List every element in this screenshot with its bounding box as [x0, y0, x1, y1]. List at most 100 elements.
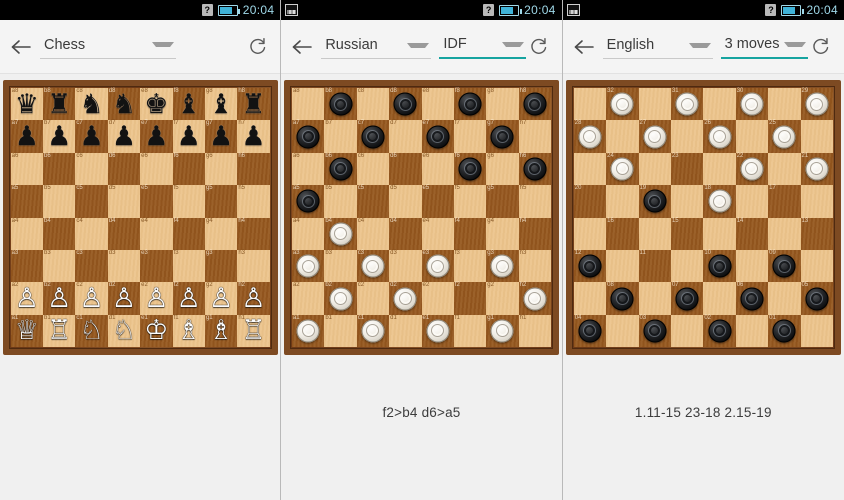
- white-bishop[interactable]: ♗: [205, 315, 237, 347]
- dropdown-game-select[interactable]: Chess: [40, 35, 176, 59]
- black-checker[interactable]: [296, 189, 320, 213]
- board-square[interactable]: d8: [389, 88, 422, 121]
- board-square[interactable]: b2 ♙: [43, 282, 76, 315]
- board-square[interactable]: f6: [453, 152, 487, 186]
- board-square[interactable]: a6: [10, 152, 43, 186]
- board-square[interactable]: h2: [518, 282, 552, 315]
- refresh-icon[interactable]: [808, 34, 834, 60]
- black-checker[interactable]: [578, 254, 602, 278]
- white-checker[interactable]: [490, 319, 514, 343]
- board-square[interactable]: d6: [107, 152, 141, 186]
- board-square[interactable]: 32: [606, 88, 639, 121]
- black-queen[interactable]: ♛: [11, 88, 43, 120]
- board-square[interactable]: e8 ♚: [140, 88, 173, 121]
- board-square[interactable]: h8: [518, 88, 552, 121]
- board-square[interactable]: c7 ♟: [75, 120, 108, 153]
- board-square[interactable]: 27: [638, 120, 671, 153]
- black-king[interactable]: ♚: [140, 88, 172, 120]
- black-checker[interactable]: [805, 287, 829, 311]
- board-square[interactable]: b4: [43, 217, 76, 250]
- back-arrow-icon[interactable]: [8, 34, 34, 60]
- board-square[interactable]: 25: [768, 120, 801, 153]
- board-square[interactable]: e6: [140, 152, 173, 186]
- board-square[interactable]: a1: [291, 314, 325, 348]
- board-square[interactable]: f4: [453, 217, 487, 250]
- white-checker[interactable]: [610, 92, 634, 116]
- board-square[interactable]: [670, 249, 704, 283]
- board-square[interactable]: 05: [800, 282, 833, 315]
- board-square[interactable]: b5: [324, 185, 357, 218]
- black-bishop[interactable]: ♝: [205, 88, 237, 120]
- black-checker[interactable]: [523, 157, 547, 181]
- board-square[interactable]: [735, 185, 769, 218]
- board-square[interactable]: e2 ♙: [140, 282, 173, 315]
- board-square[interactable]: h2 ♙: [237, 282, 270, 315]
- black-checker[interactable]: [361, 125, 385, 149]
- white-pawn[interactable]: ♙: [108, 282, 140, 314]
- white-pawn[interactable]: ♙: [43, 282, 75, 314]
- board-square[interactable]: c4: [75, 217, 108, 250]
- board-square[interactable]: [703, 88, 736, 121]
- white-checker[interactable]: [708, 189, 732, 213]
- board-square[interactable]: h7 ♟: [237, 120, 270, 153]
- board-square[interactable]: b8 ♜: [43, 88, 76, 121]
- board-square[interactable]: 03: [638, 314, 671, 348]
- board-square[interactable]: a3: [291, 249, 325, 283]
- board-square[interactable]: 28: [573, 120, 607, 153]
- board-square[interactable]: a8 ♛: [10, 88, 43, 121]
- board-square[interactable]: e3: [140, 249, 173, 283]
- board-square[interactable]: d1: [389, 314, 422, 348]
- black-checker[interactable]: [708, 254, 732, 278]
- board-square[interactable]: g2: [486, 282, 519, 315]
- board-square[interactable]: 22: [735, 152, 769, 186]
- dropdown-variant-select[interactable]: English: [602, 35, 713, 59]
- board-square[interactable]: h1: [518, 314, 552, 348]
- white-pawn[interactable]: ♙: [205, 282, 237, 314]
- board-square[interactable]: [606, 120, 639, 153]
- board-square[interactable]: e3: [421, 249, 454, 283]
- board-square[interactable]: a7 ♟: [10, 120, 43, 153]
- board-square[interactable]: b3: [324, 249, 357, 283]
- board-square[interactable]: g7 ♟: [204, 120, 238, 153]
- board-square[interactable]: c3: [356, 249, 390, 283]
- board-square[interactable]: g6: [486, 152, 519, 186]
- board-square[interactable]: c7: [356, 120, 390, 153]
- board-square[interactable]: 20: [573, 185, 607, 218]
- board-square[interactable]: d7: [389, 120, 422, 153]
- black-checker[interactable]: [329, 157, 353, 181]
- white-checker[interactable]: [490, 254, 514, 278]
- board-square[interactable]: h5: [518, 185, 552, 218]
- board-square[interactable]: [573, 152, 607, 186]
- board-square[interactable]: [670, 185, 704, 218]
- game-board-checkers[interactable]: 32 31 30 29 28 27 26 25 24 23 22 21 20 19 18 17 16 15 14 13…: [573, 88, 833, 348]
- board-square[interactable]: g7: [486, 120, 519, 153]
- black-knight[interactable]: ♞: [108, 88, 140, 120]
- board-square[interactable]: e4: [421, 217, 454, 250]
- black-pawn[interactable]: ♟: [237, 120, 269, 152]
- board-square[interactable]: 17: [768, 185, 801, 218]
- black-checker[interactable]: [426, 125, 450, 149]
- board-square[interactable]: e5: [140, 185, 173, 218]
- white-checker[interactable]: [296, 254, 320, 278]
- board-square[interactable]: h4: [237, 217, 270, 250]
- white-rook[interactable]: ♖: [43, 315, 75, 347]
- board-square[interactable]: h4: [518, 217, 552, 250]
- board-square[interactable]: f6: [172, 152, 205, 186]
- board-square[interactable]: 01: [768, 314, 801, 348]
- white-checker[interactable]: [393, 287, 417, 311]
- board-square[interactable]: e7: [421, 120, 454, 153]
- white-checker[interactable]: [426, 254, 450, 278]
- board-square[interactable]: c1 ♘: [75, 314, 108, 348]
- board-square[interactable]: f5: [172, 185, 205, 218]
- dropdown-movecount-select[interactable]: 3 moves: [720, 34, 808, 59]
- board-square[interactable]: [768, 88, 801, 121]
- board-square[interactable]: 21: [800, 152, 833, 186]
- board-square[interactable]: e1 ♔: [140, 314, 173, 348]
- board-square[interactable]: f8: [453, 88, 487, 121]
- board-square[interactable]: 02: [703, 314, 736, 348]
- board-square[interactable]: g1 ♗: [204, 314, 238, 348]
- black-checker[interactable]: [523, 92, 547, 116]
- white-checker[interactable]: [329, 222, 353, 246]
- board-square[interactable]: [768, 217, 801, 250]
- board-square[interactable]: 12: [573, 249, 607, 283]
